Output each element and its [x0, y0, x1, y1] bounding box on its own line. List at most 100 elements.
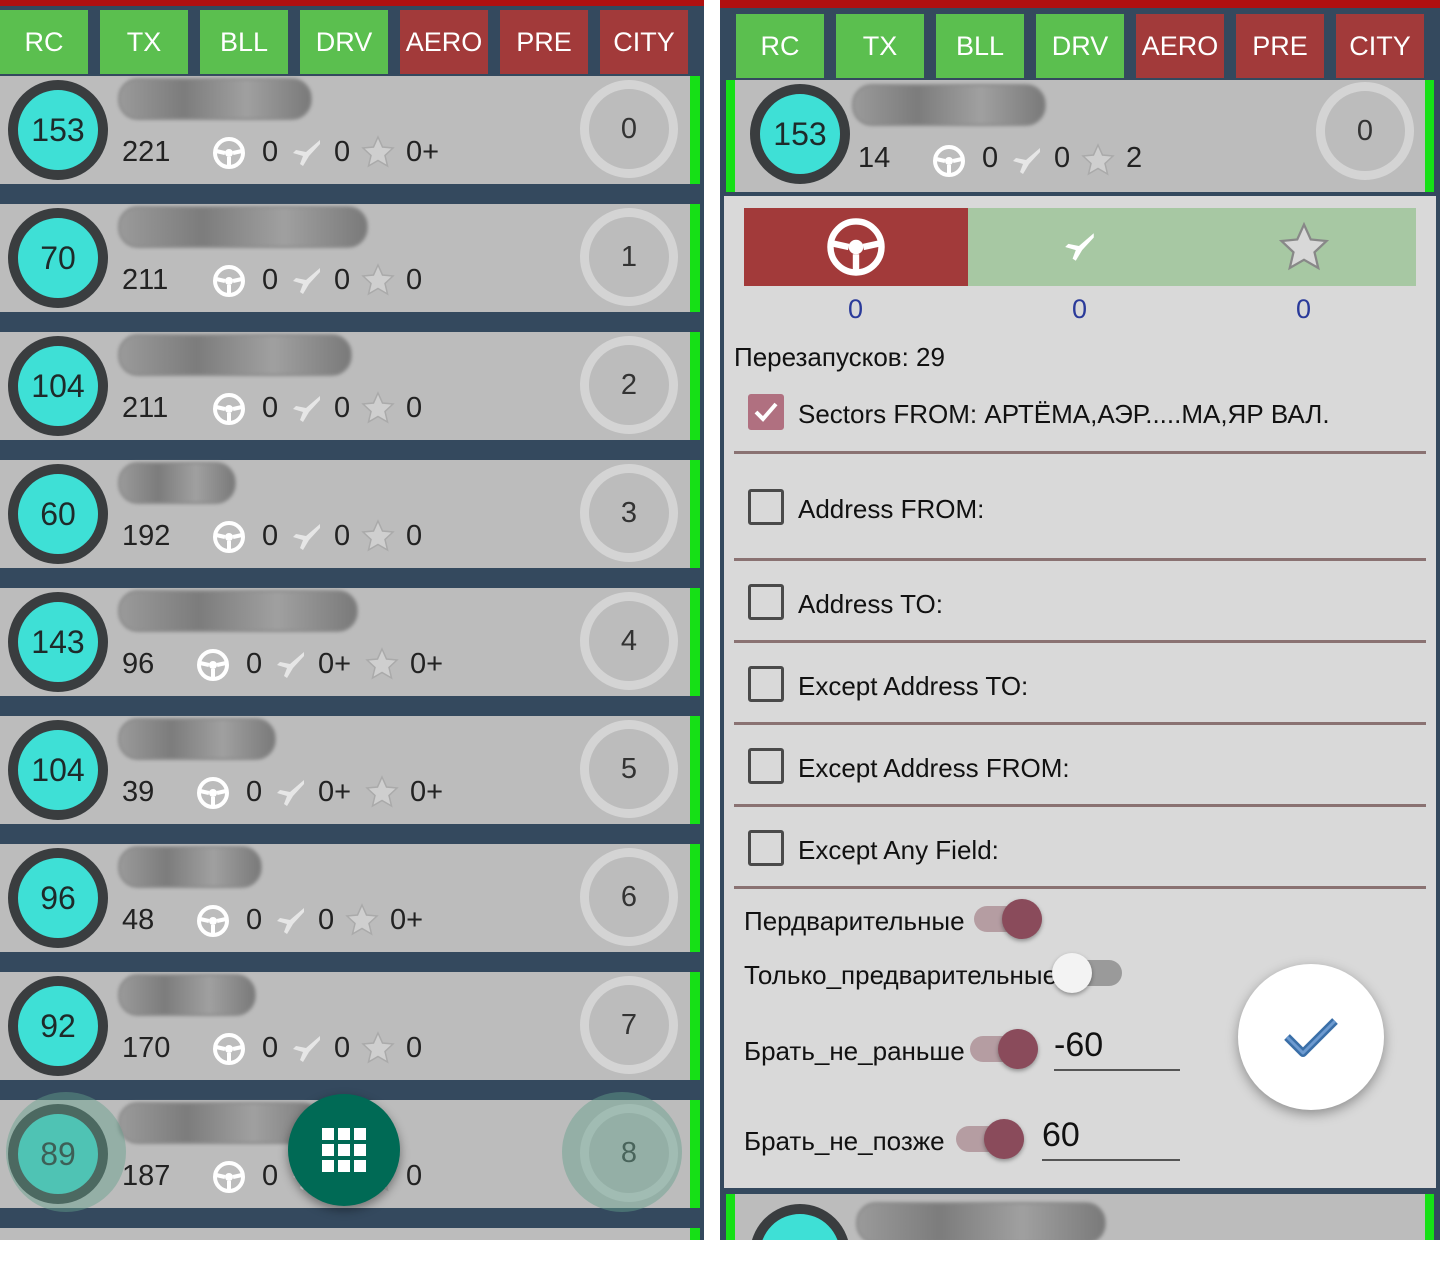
take-not-later-input[interactable]: 60 [1042, 1116, 1180, 1161]
airplane-icon [293, 1036, 320, 1062]
except-address-from-label: Except Address FROM: [798, 753, 1070, 783]
client-name-redacted [118, 334, 352, 376]
tab-city[interactable]: CITY [600, 10, 688, 74]
tab-rc[interactable]: RC [736, 14, 824, 78]
except-address-from-checkbox[interactable] [748, 748, 784, 784]
order-row[interactable] [0, 1228, 700, 1240]
tab-pre[interactable]: PRE [500, 10, 588, 74]
queue-position: 4 [580, 592, 678, 690]
order-row[interactable]: 92 170 0 0 0 7 [0, 972, 700, 1080]
tab-aero[interactable]: AERO [1136, 14, 1224, 78]
status-indicator [690, 588, 700, 696]
drive-count: 0 [246, 776, 263, 808]
star-count: 0+ [390, 904, 424, 936]
divider [734, 640, 1426, 643]
segment-star[interactable] [1192, 208, 1416, 286]
drive-count: 0 [262, 1160, 279, 1192]
except-address-to-checkbox[interactable] [748, 666, 784, 702]
priority-badge: 153 [8, 80, 108, 180]
steering-wheel-icon [197, 777, 229, 809]
drive-count: 0 [982, 142, 999, 174]
star-count: 0 [406, 264, 423, 296]
selected-order-row[interactable]: 153 14 0 0 2 0 [726, 80, 1434, 192]
order-row[interactable]: 104 211 0 0 0 2 [0, 332, 700, 440]
address-to-checkbox[interactable] [748, 584, 784, 620]
drive-count: 0 [246, 648, 263, 680]
tab-aero[interactable]: AERO [400, 10, 488, 74]
tab-bll[interactable]: BLL [936, 14, 1024, 78]
filter-tabs: RC TX BLL DRV AERO PRE CITY [0, 10, 704, 74]
confirm-button[interactable] [1238, 964, 1384, 1110]
queue-position: 5 [580, 720, 678, 818]
take-not-earlier-input[interactable]: -60 [1054, 1026, 1180, 1071]
order-count: 170 [122, 1032, 171, 1064]
tab-pre[interactable]: PRE [1236, 14, 1324, 78]
steering-wheel-icon [213, 521, 245, 553]
order-row[interactable]: 70 211 0 0 0 1 [0, 204, 700, 312]
client-name-redacted [852, 84, 1046, 126]
status-indicator [1425, 1194, 1434, 1240]
filter-tabs: RC TX BLL DRV AERO PRE CITY [736, 14, 1440, 78]
airport-count: 0 [1054, 142, 1071, 174]
next-order-row[interactable] [726, 1194, 1434, 1240]
order-row[interactable]: 60 192 0 0 0 3 [0, 460, 700, 568]
client-name-redacted [118, 78, 312, 120]
order-row[interactable]: 143 96 0 0+ 0+ 4 [0, 588, 700, 696]
steering-wheel-icon [213, 137, 245, 169]
tab-bll[interactable]: BLL [200, 10, 288, 74]
order-count: 192 [122, 520, 171, 552]
airplane-icon [293, 140, 320, 166]
airport-count: 0+ [318, 776, 352, 808]
tab-tx[interactable]: TX [836, 14, 924, 78]
priority-badge: 70 [8, 208, 108, 308]
airplane-icon [277, 780, 304, 806]
tab-drv[interactable]: DRV [1036, 14, 1124, 78]
airplane-icon [293, 268, 320, 294]
except-address-to-label: Except Address TO: [798, 671, 1029, 701]
queue-position: 0 [580, 80, 678, 178]
steering-wheel-icon [197, 649, 229, 681]
drive-counter: 0 [848, 294, 864, 324]
star-icon [1081, 143, 1115, 176]
status-indicator [690, 76, 700, 184]
drive-count: 0 [262, 392, 279, 424]
tab-tx[interactable]: TX [100, 10, 188, 74]
order-row[interactable]: 96 48 0 0 0+ 6 [0, 844, 700, 952]
tab-rc[interactable]: RC [0, 10, 88, 74]
status-strip [720, 0, 1440, 8]
order-count: 48 [122, 904, 155, 936]
segment-drive[interactable] [744, 208, 968, 286]
order-row[interactable]: 153 221 0 0 0+ 0 [0, 76, 700, 184]
status-indicator [690, 716, 700, 824]
steering-wheel-icon [827, 218, 885, 276]
status-indicator [690, 1228, 700, 1240]
except-any-field-checkbox[interactable] [748, 830, 784, 866]
steering-wheel-icon [933, 145, 965, 177]
status-indicator [690, 332, 700, 440]
priority-badge: 60 [8, 464, 108, 564]
queue-position: 1 [580, 208, 678, 306]
grid-menu-button[interactable] [288, 1094, 400, 1206]
status-indicator [690, 204, 700, 312]
sectors-from-checkbox[interactable] [748, 394, 784, 430]
client-name-redacted [118, 590, 358, 632]
tab-drv[interactable]: DRV [300, 10, 388, 74]
order-count: 96 [122, 648, 155, 680]
order-row[interactable]: 104 39 0 0+ 0+ 5 [0, 716, 700, 824]
status-indicator [690, 972, 700, 1080]
star-count: 2 [1126, 142, 1143, 174]
order-count: 211 [122, 392, 169, 424]
airport-count: 0 [334, 392, 351, 424]
tab-city[interactable]: CITY [1336, 14, 1424, 78]
airport-count: 0 [334, 1032, 351, 1064]
queue-position: 0 [1316, 82, 1414, 180]
client-name-redacted [118, 206, 368, 248]
airplane-icon [293, 524, 320, 550]
status-indicator [690, 460, 700, 568]
checkmark-icon [1284, 1018, 1338, 1057]
address-from-checkbox[interactable] [748, 489, 784, 525]
priority-badge: 96 [8, 848, 108, 948]
priority-badge: 104 [8, 720, 108, 820]
airplane-icon [1013, 148, 1040, 174]
segment-airport[interactable] [968, 208, 1192, 286]
